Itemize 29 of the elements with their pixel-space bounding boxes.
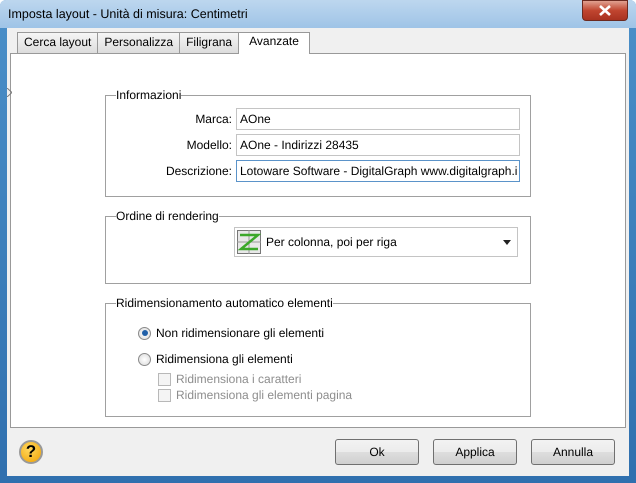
text-field[interactable]: AOne - Indirizzi 28435 [236, 134, 520, 156]
option-label: Ridimensiona gli elementi pagina [176, 388, 352, 402]
text-field[interactable]: AOne [236, 108, 520, 130]
tab[interactable]: Cerca layout [17, 32, 98, 53]
option-label: Non ridimensionare gli elementi [156, 326, 324, 340]
tab[interactable]: Personalizza [97, 32, 180, 53]
window-title: Imposta layout - Unità di misura: Centimetri [8, 7, 248, 21]
dialog-button[interactable]: Annulla [531, 439, 615, 465]
render-order-dropdown[interactable]: Per colonna, poi per riga [234, 227, 518, 257]
tab[interactable]: Avanzate [238, 32, 310, 54]
group-title: Ridimensionamento automatico elementi [116, 296, 333, 310]
field-label: Descrizione: [166, 164, 232, 178]
close-icon [598, 5, 612, 16]
field-label: Marca: [195, 112, 232, 126]
dropdown-arrow-icon [503, 240, 511, 244]
option-label: Ridimensiona gli elementi [156, 352, 293, 366]
radio-button[interactable] [138, 326, 151, 340]
text-field[interactable]: Lotoware Software - DigitalGraph www.digitalgraph.i [236, 160, 520, 182]
tab[interactable]: Filigrana [179, 32, 240, 53]
group-title: Ordine di rendering [116, 209, 219, 223]
dialog-button[interactable]: Ok [335, 439, 419, 465]
dialog-button[interactable]: Applica [433, 439, 517, 465]
field-label: Modello: [186, 138, 232, 152]
option-label: Ridimensiona i caratteri [176, 372, 302, 386]
grid-order-icon [237, 230, 261, 254]
group-title: Informazioni [116, 88, 182, 102]
radio-button[interactable] [138, 352, 151, 366]
close-button[interactable] [582, 0, 628, 21]
help-icon[interactable]: ? [19, 440, 43, 464]
